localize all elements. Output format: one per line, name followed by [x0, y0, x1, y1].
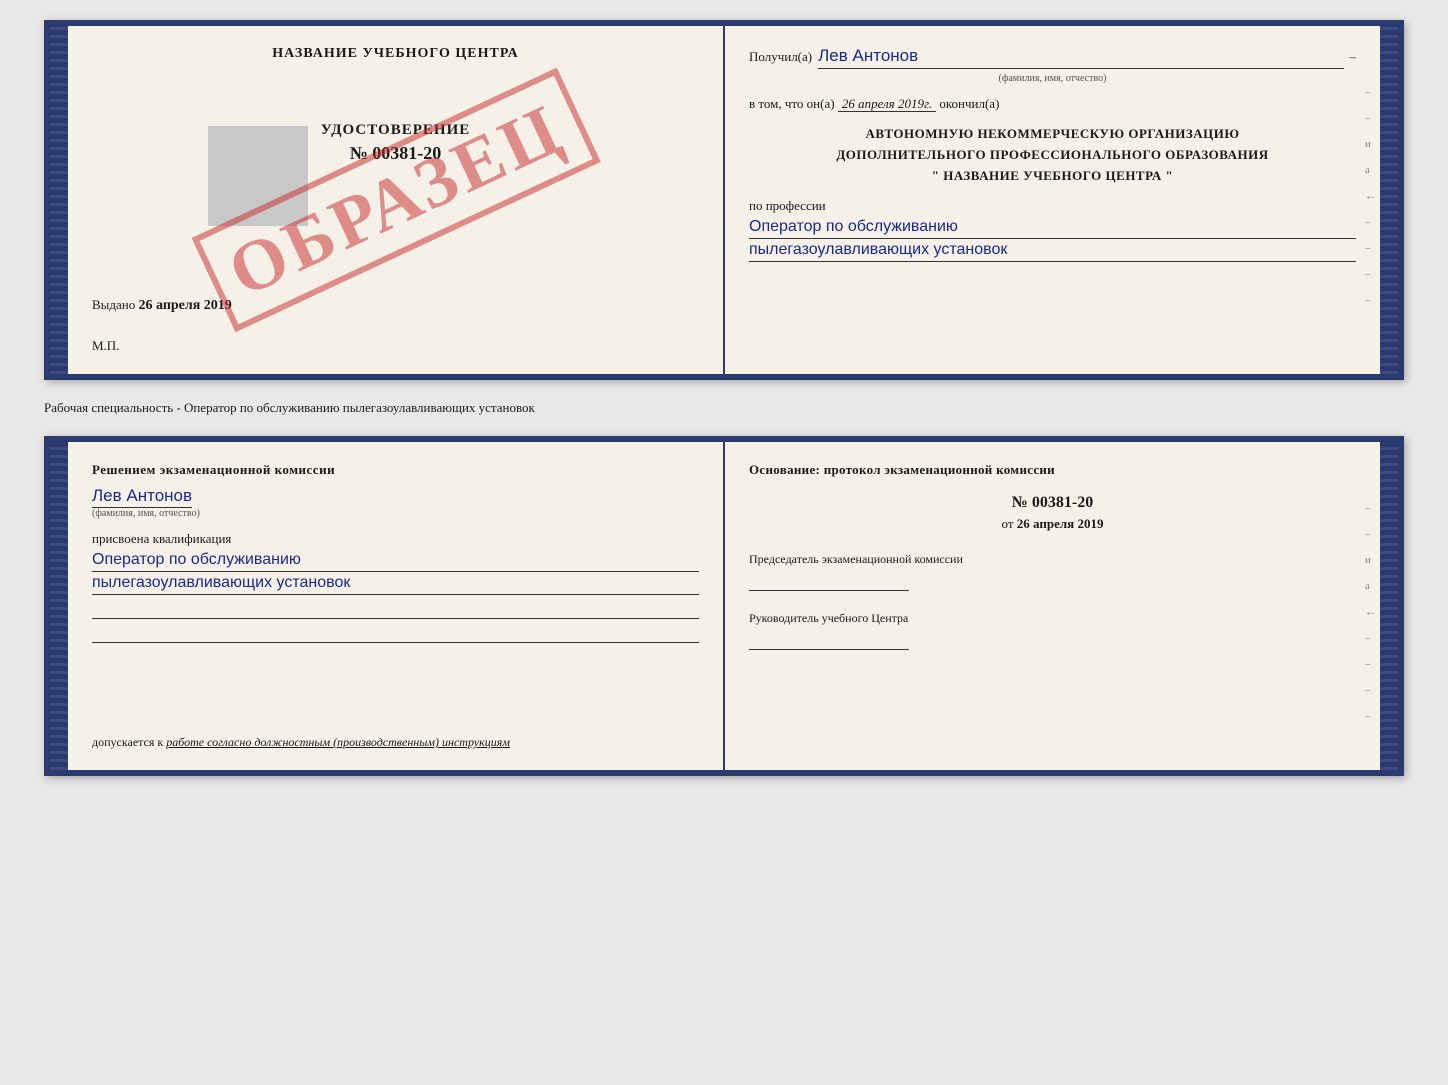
okonchil-label: окончил(а) — [939, 96, 999, 111]
side-dash-6: – — [1365, 294, 1376, 306]
udostoverenie-block: УДОСТОВЕРЕНИЕ № 00381-20 — [92, 122, 699, 164]
bottom-book-spine-left — [50, 442, 68, 770]
ot-date-row: от 26 апреля 2019 — [749, 516, 1356, 532]
vydano-line: Выдано 26 апреля 2019 — [92, 297, 232, 314]
br-side-dash-6: – — [1365, 710, 1376, 722]
ot-label: от — [1002, 516, 1014, 531]
org-line1: АВТОНОМНУЮ НЕКОММЕРЧЕСКУЮ ОРГАНИЗАЦИЮ — [749, 124, 1356, 145]
org-line3: " НАЗВАНИЕ УЧЕБНОГО ЦЕНТРА " — [749, 166, 1356, 187]
rukovoditel-label: Руководитель учебного Центра — [749, 611, 1356, 626]
predsedatel-signature-line — [749, 571, 909, 591]
bottom-fio-hint: (фамилия, имя, отчество) — [92, 508, 292, 519]
side-char-a: а — [1365, 164, 1376, 176]
qualification-line2: пылегазоулавливающих установок — [92, 574, 699, 595]
cert-left-page: НАЗВАНИЕ УЧЕБНОГО ЦЕНТРА УДОСТОВЕРЕНИЕ №… — [68, 26, 725, 374]
bottom-left-page: Решением экзаменационной комиссии Лев Ан… — [68, 442, 725, 770]
br-side-dash-5: – — [1365, 684, 1376, 696]
vtom-row: в том, что он(а) 26 апреля 2019г. окончи… — [749, 96, 1356, 112]
book-spine-left — [50, 26, 68, 374]
bottom-right-page: Основание: протокол экзаменационной коми… — [725, 442, 1380, 770]
rukovoditel-block: Руководитель учебного Центра — [749, 611, 1356, 650]
udostoverenie-label: УДОСТОВЕРЕНИЕ — [92, 122, 699, 139]
protocol-number: № 00381-20 — [749, 494, 1356, 512]
side-dash-5: – — [1365, 268, 1376, 280]
side-dash-1: – — [1365, 86, 1376, 98]
cert-title: НАЗВАНИЕ УЧЕБНОГО ЦЕНТРА — [92, 46, 699, 62]
fio-hint: (фамилия, имя, отчество) — [749, 73, 1356, 84]
side-char-i: и — [1365, 138, 1376, 150]
bottom-book-spine-right — [1380, 442, 1398, 770]
udostoverenie-number: № 00381-20 — [92, 143, 699, 164]
side-dash-3: – — [1365, 216, 1376, 228]
signature-line-2 — [92, 623, 699, 643]
resheniem-label: Решением экзаменационной комиссии — [92, 462, 699, 478]
po-professii-label: по профессии — [749, 198, 1356, 214]
prisvoena-label: присвоена квалификация — [92, 531, 699, 547]
br-side-dash-3: – — [1365, 632, 1376, 644]
org-line2: ДОПОЛНИТЕЛЬНОГО ПРОФЕССИОНАЛЬНОГО ОБРАЗО… — [749, 145, 1356, 166]
completion-date: 26 апреля 2019г. — [838, 96, 936, 112]
right-side-decoration: – – и а ← – – – – — [1365, 86, 1376, 306]
br-side-dash-1: – — [1365, 502, 1376, 514]
org-block: АВТОНОМНУЮ НЕКОММЕРЧЕСКУЮ ОРГАНИЗАЦИЮ ДО… — [749, 124, 1356, 186]
document-container: НАЗВАНИЕ УЧЕБНОГО ЦЕНТРА УДОСТОВЕРЕНИЕ №… — [44, 20, 1404, 776]
top-certificate-book: НАЗВАНИЕ УЧЕБНОГО ЦЕНТРА УДОСТОВЕРЕНИЕ №… — [44, 20, 1404, 380]
dopuskaetsya-label: допускается к — [92, 735, 163, 749]
bottom-certificate-book: Решением экзаменационной комиссии Лев Ан… — [44, 436, 1404, 776]
vtom-label: в том, что он(а) — [749, 96, 835, 111]
profession-line1: Оператор по обслуживанию — [749, 218, 1356, 239]
specialty-separator: Рабочая специальность - Оператор по обсл… — [44, 400, 1404, 416]
ot-date-value: 26 апреля 2019 — [1017, 516, 1104, 531]
rukovoditel-signature-line — [749, 630, 909, 650]
mp-line: М.П. — [92, 338, 119, 354]
vydano-date: 26 апреля 2019 — [139, 298, 232, 313]
dopuskaetsya-block: допускается к работе согласно должностны… — [92, 735, 699, 750]
bottom-recipient-name: Лев Антонов — [92, 486, 192, 508]
vydano-label: Выдано — [92, 297, 135, 312]
bottom-name-row: Лев Антонов — [92, 486, 699, 506]
br-side-char-arrow: ← — [1365, 606, 1376, 618]
qualification-line1: Оператор по обслуживанию — [92, 551, 699, 572]
book-spine-right — [1380, 26, 1398, 374]
osnovanie-label: Основание: протокол экзаменационной коми… — [749, 462, 1356, 478]
profession-line2: пылегазоулавливающих установок — [749, 241, 1356, 262]
br-side-char-i: и — [1365, 554, 1376, 566]
br-side-char-a: а — [1365, 580, 1376, 592]
bottom-right-side-decoration: – – и а ← – – – – — [1365, 502, 1376, 722]
predsedatel-block: Председатель экзаменационной комиссии — [749, 552, 1356, 591]
side-char-arrow: ← — [1365, 190, 1376, 202]
photo-placeholder — [208, 126, 308, 226]
br-side-dash-2: – — [1365, 528, 1376, 540]
poluchil-label: Получил(а) — [749, 49, 812, 65]
br-side-dash-4: – — [1365, 658, 1376, 670]
side-dash-4: – — [1365, 242, 1376, 254]
dopuskaetsya-text: работе согласно должностным (производств… — [166, 735, 510, 749]
signature-line-1 — [92, 599, 699, 619]
side-dash-2: – — [1365, 112, 1376, 124]
predsedatel-label: Председатель экзаменационной комиссии — [749, 552, 1356, 567]
cert-right-page: Получил(а) Лев Антонов – (фамилия, имя, … — [725, 26, 1380, 374]
recipient-name: Лев Антонов — [818, 46, 1343, 69]
poluchil-row: Получил(а) Лев Антонов – — [749, 46, 1356, 69]
dash-after-name: – — [1350, 49, 1357, 65]
